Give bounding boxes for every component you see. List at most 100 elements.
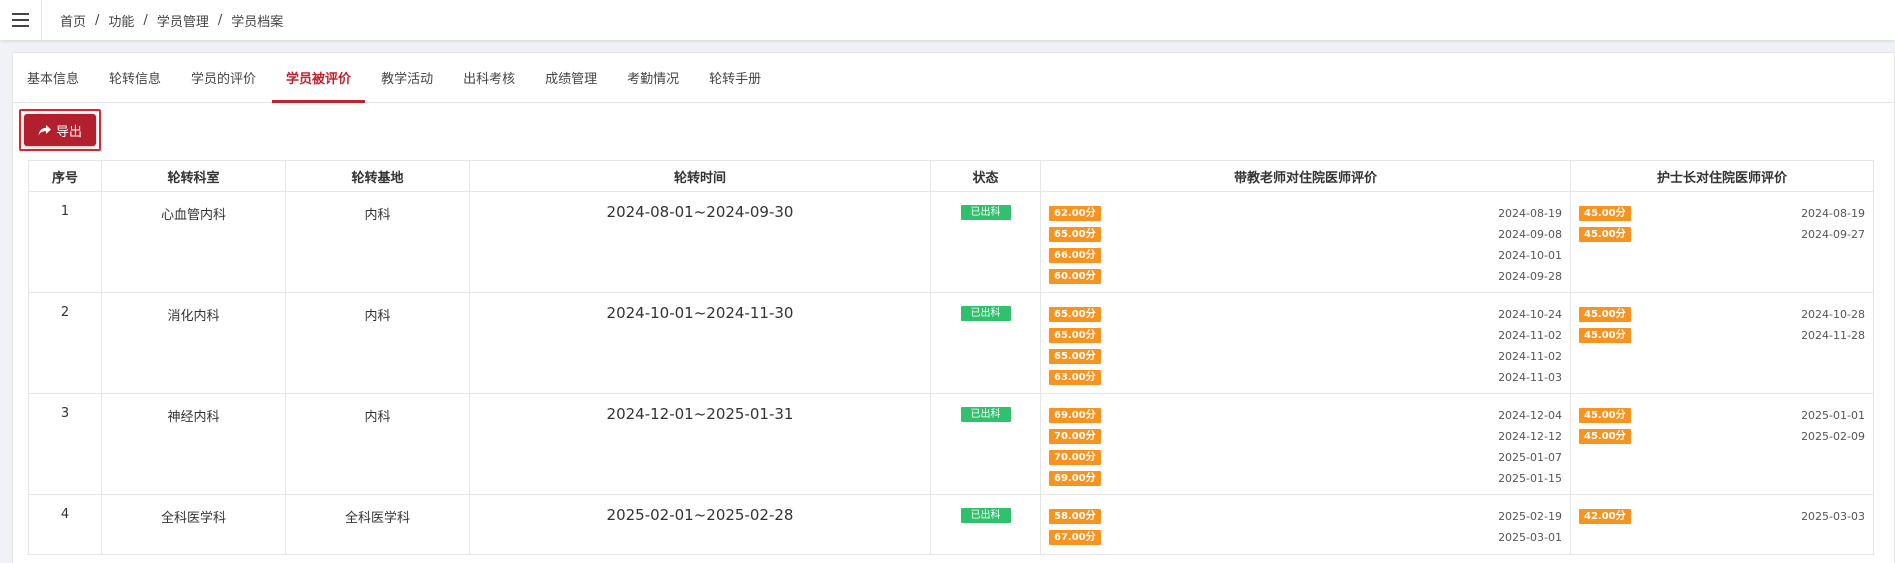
column-header: 带教老师对住院医师评价 [1040, 160, 1571, 192]
score-badge[interactable]: 70.00分 [1049, 429, 1101, 444]
evaluation-item: 66.00分 2024-10-01 [1049, 245, 1562, 266]
evaluation-item: 67.00分 2025-03-01 [1049, 527, 1562, 548]
rotation-base: 内科 [285, 292, 470, 394]
rotation-base: 全科医学科 [285, 494, 470, 555]
score-badge[interactable]: 65.00分 [1049, 328, 1101, 343]
head-nurse-evaluations: 45.00分 2025-01-01 45.00分 2025-02-09 [1570, 393, 1874, 495]
evaluation-item: 45.00分 2024-09-27 [1579, 224, 1865, 245]
evaluation-date: 2024-09-08 [1498, 228, 1562, 241]
evaluation-date: 2024-12-12 [1498, 430, 1562, 443]
score-badge[interactable]: 67.00分 [1049, 530, 1101, 545]
evaluation-item: 65.00分 2024-10-24 [1049, 304, 1562, 325]
top-bar: 首页 / 功能 / 学员管理 / 学员档案 [0, 0, 1895, 40]
evaluation-item: 69.00分 2025-01-15 [1049, 468, 1562, 489]
tab-1[interactable]: 轮转信息 [95, 53, 175, 102]
score-badge[interactable]: 69.00分 [1049, 408, 1101, 423]
status-cell: 已出科 [930, 292, 1041, 394]
status-badge: 已出科 [960, 407, 1011, 422]
rotation-period: 2024-08-01~2024-09-30 [469, 191, 931, 293]
evaluation-date: 2024-11-03 [1498, 371, 1562, 384]
score-badge[interactable]: 42.00分 [1579, 509, 1631, 524]
row-index: 4 [28, 494, 102, 555]
status-cell: 已出科 [930, 191, 1041, 293]
score-badge[interactable]: 60.00分 [1049, 269, 1101, 284]
rotation-department: 心血管内科 [101, 191, 286, 293]
column-header: 护士长对住院医师评价 [1570, 160, 1874, 192]
score-badge[interactable]: 58.00分 [1049, 509, 1101, 524]
score-badge[interactable]: 66.00分 [1049, 248, 1101, 263]
evaluation-date: 2024-11-02 [1498, 350, 1562, 363]
evaluation-item: 45.00分 2024-08-19 [1579, 203, 1865, 224]
export-button-highlight: 导出 [19, 109, 101, 151]
tab-8[interactable]: 轮转手册 [695, 53, 775, 102]
tab-3[interactable]: 学员被评价 [272, 53, 366, 103]
evaluation-item: 70.00分 2024-12-12 [1049, 426, 1562, 447]
share-arrow-icon [38, 124, 51, 135]
score-badge[interactable]: 45.00分 [1579, 227, 1631, 242]
score-badge[interactable]: 45.00分 [1579, 429, 1631, 444]
table-row: 1 心血管内科 内科 2024-08-01~2024-09-30 已出科 62.00分 20… [28, 191, 1874, 293]
score-badge[interactable]: 65.00分 [1049, 227, 1101, 242]
status-badge: 已出科 [960, 306, 1011, 321]
rotation-base: 内科 [285, 191, 470, 293]
evaluation-date: 2025-01-01 [1801, 409, 1865, 422]
evaluation-date: 2024-12-04 [1498, 409, 1562, 422]
score-badge[interactable]: 62.00分 [1049, 206, 1101, 221]
score-badge[interactable]: 70.00分 [1049, 450, 1101, 465]
tab-0[interactable]: 基本信息 [13, 53, 93, 102]
export-button-label: 导出 [55, 124, 82, 140]
breadcrumb-item-home[interactable]: 首页 [60, 11, 86, 30]
status-cell: 已出科 [930, 494, 1041, 555]
evaluation-item: 63.00分 2024-11-03 [1049, 367, 1562, 388]
export-button[interactable]: 导出 [24, 114, 96, 146]
score-badge[interactable]: 45.00分 [1579, 307, 1631, 322]
evaluation-date: 2025-01-15 [1498, 472, 1562, 485]
table-header-row: 序号 轮转科室 轮转基地 轮转时间 状态 带教老师对住院医师评价 护士长对住院医师评价 [28, 160, 1874, 192]
rotation-department: 全科医学科 [101, 494, 286, 555]
evaluation-date: 2025-03-01 [1498, 531, 1562, 544]
head-nurse-evaluations: 42.00分 2025-03-03 [1570, 494, 1874, 555]
evaluation-date: 2024-10-01 [1498, 249, 1562, 262]
score-badge[interactable]: 45.00分 [1579, 408, 1631, 423]
breadcrumb-item-function[interactable]: 功能 [108, 11, 134, 30]
score-badge[interactable]: 45.00分 [1579, 206, 1631, 221]
column-header: 轮转基地 [285, 160, 470, 192]
evaluation-item: 65.00分 2024-11-02 [1049, 325, 1562, 346]
score-badge[interactable]: 69.00分 [1049, 471, 1101, 486]
breadcrumb-item-student-archive: 学员档案 [231, 14, 284, 30]
evaluation-date: 2025-01-07 [1498, 451, 1562, 464]
teacher-evaluations: 58.00分 2025-02-19 67.00分 2025-03-01 [1040, 494, 1571, 555]
score-badge[interactable]: 65.00分 [1049, 349, 1101, 364]
evaluation-date: 2024-11-28 [1801, 329, 1865, 342]
rotation-department: 消化内科 [101, 292, 286, 394]
hamburger-menu-icon[interactable] [0, 0, 42, 40]
teacher-evaluations: 65.00分 2024-10-24 65.00分 2024-11-02 65.00分 20… [1040, 292, 1571, 394]
table-row: 2 消化内科 内科 2024-10-01~2024-11-30 已出科 65.00分 202… [28, 292, 1874, 394]
evaluation-item: 45.00分 2024-11-28 [1579, 325, 1865, 346]
row-index: 2 [28, 292, 102, 394]
score-badge[interactable]: 45.00分 [1579, 328, 1631, 343]
breadcrumb-item-student-management[interactable]: 学员管理 [157, 11, 209, 30]
breadcrumb: 首页 / 功能 / 学员管理 / 学员档案 [42, 11, 283, 30]
tab-6[interactable]: 成绩管理 [531, 53, 611, 102]
tab-bar: 基本信息 轮转信息 学员的评价 学员被评价 教学活动 出科考核 成绩管理 考勤情况 轮转手册 [13, 53, 1894, 103]
tab-7[interactable]: 考勤情况 [613, 53, 693, 102]
evaluation-date: 2025-02-09 [1801, 430, 1865, 443]
teacher-evaluations: 69.00分 2024-12-04 70.00分 2024-12-12 70.00分 20… [1040, 393, 1571, 495]
score-badge[interactable]: 63.00分 [1049, 370, 1101, 385]
evaluation-item: 62.00分 2024-08-19 [1049, 203, 1562, 224]
evaluation-date: 2024-08-19 [1801, 207, 1865, 220]
rotation-department: 神经内科 [101, 393, 286, 495]
rotation-base: 内科 [285, 393, 470, 495]
tab-5[interactable]: 出科考核 [449, 53, 529, 102]
evaluation-table: 序号 轮转科室 轮转基地 轮转时间 状态 带教老师对住院医师评价 护士长对住院医师评价 1心… [28, 160, 1874, 555]
tab-4[interactable]: 教学活动 [367, 53, 447, 102]
tab-2[interactable]: 学员的评价 [177, 53, 270, 102]
head-nurse-evaluations: 45.00分 2024-08-19 45.00分 2024-09-27 [1570, 191, 1874, 293]
evaluation-date: 2024-10-28 [1801, 308, 1865, 321]
evaluation-item: 45.00分 2025-02-09 [1579, 426, 1865, 447]
rotation-period: 2024-12-01~2025-01-31 [469, 393, 931, 495]
evaluation-item: 69.00分 2024-12-04 [1049, 405, 1562, 426]
score-badge[interactable]: 65.00分 [1049, 307, 1101, 322]
evaluation-date: 2025-03-03 [1801, 510, 1865, 523]
